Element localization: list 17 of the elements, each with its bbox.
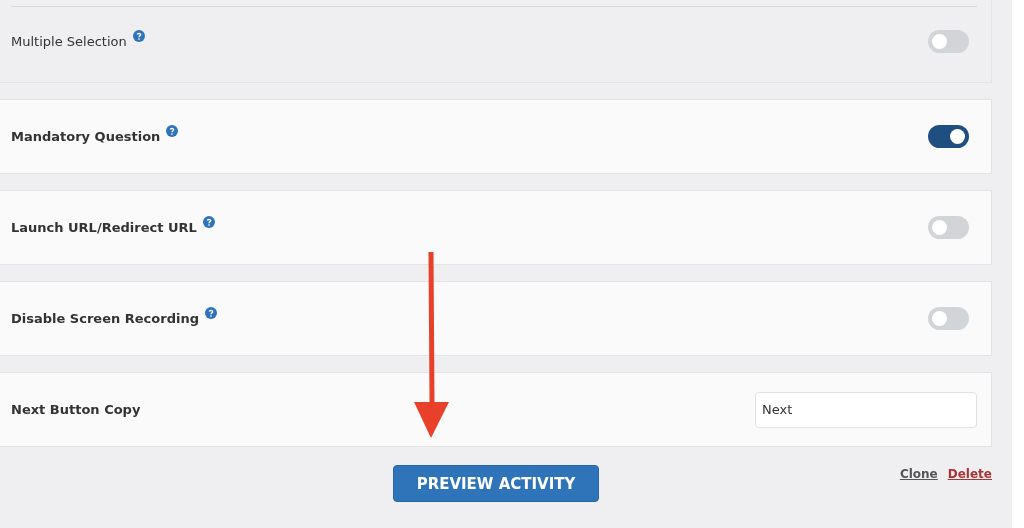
action-link[interactable]: Clone bbox=[899, 467, 938, 481]
text-field[interactable]: Next bbox=[755, 391, 977, 428]
help-icon[interactable] bbox=[204, 307, 217, 319]
setting-label: Disable Screen Recording bbox=[11, 311, 199, 326]
help-icon[interactable] bbox=[132, 29, 145, 42]
toggle-switch[interactable] bbox=[928, 307, 969, 330]
help-icon[interactable] bbox=[166, 125, 179, 137]
setting-label: Launch URL/Redirect URL bbox=[11, 220, 197, 235]
action-link[interactable]: Delete bbox=[947, 467, 992, 481]
setting-label: Mandatory Question bbox=[11, 129, 161, 144]
toggle-switch[interactable] bbox=[928, 216, 969, 239]
toggle-switch[interactable] bbox=[928, 125, 969, 148]
preview-button[interactable]: PREVIEW ACTIVITY bbox=[393, 465, 599, 502]
setting-label: Next Button Copy bbox=[11, 402, 141, 417]
setting-label: Multiple Selection bbox=[11, 33, 127, 49]
toggle-switch[interactable] bbox=[928, 29, 969, 53]
help-icon[interactable] bbox=[202, 216, 215, 228]
